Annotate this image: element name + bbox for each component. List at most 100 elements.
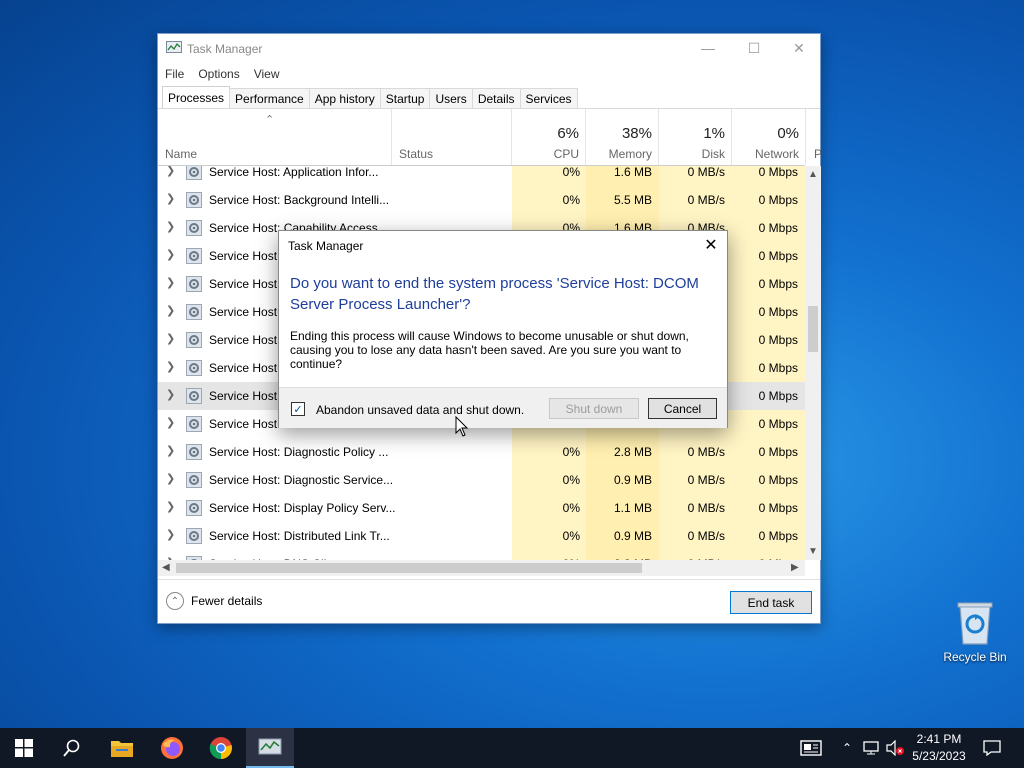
chrome-icon xyxy=(209,737,232,760)
show-hidden-icons-button[interactable]: ⌃ xyxy=(838,728,856,768)
column-memory-label: Memory xyxy=(608,147,652,161)
chevron-right-icon[interactable]: ❯ xyxy=(166,444,175,457)
chevron-right-icon[interactable]: ❯ xyxy=(166,276,175,289)
minimize-button[interactable]: — xyxy=(685,34,731,62)
close-button[interactable]: ✕ xyxy=(776,34,822,62)
column-header-name[interactable]: ⌃ Name xyxy=(158,109,392,165)
dialog-close-icon[interactable]: ✕ xyxy=(701,235,721,255)
network-cell: 0 Mbps xyxy=(758,501,798,515)
network-cell: 0 Mbps xyxy=(758,361,798,375)
tab-users[interactable]: Users xyxy=(429,88,473,108)
chevron-right-icon[interactable]: ❯ xyxy=(166,360,175,373)
menu-view[interactable]: View xyxy=(247,65,287,85)
service-gear-icon xyxy=(186,220,202,236)
search-icon xyxy=(63,739,80,757)
scroll-left-icon[interactable]: ◀ xyxy=(162,562,170,573)
chevron-right-icon[interactable]: ❯ xyxy=(166,388,175,401)
cpu-cell: 0% xyxy=(562,529,580,543)
column-header-cpu[interactable]: 6% CPU xyxy=(512,109,586,165)
recycle-bin-icon xyxy=(957,602,993,645)
column-power-label: P xyxy=(814,147,823,161)
end-task-button[interactable]: End task xyxy=(730,591,812,614)
network-cell: 0 Mbps xyxy=(758,305,798,319)
chevron-right-icon[interactable]: ❯ xyxy=(166,416,175,429)
start-button[interactable] xyxy=(0,728,48,768)
taskbar: ⌃ 2:41 PM 5/23/2023 xyxy=(0,728,1024,768)
table-row[interactable]: ❯ Service Host: Distributed Link Tr... 0% 0… xyxy=(158,522,805,550)
column-network-label: Network xyxy=(754,147,799,161)
title-bar[interactable]: Task Manager — ☐ ✕ xyxy=(158,34,820,64)
table-row[interactable]: ❯ Service Host: Background Intelli... 0% 5.… xyxy=(158,186,805,214)
file-explorer-button[interactable] xyxy=(98,728,146,768)
menu-options[interactable]: Options xyxy=(191,65,246,85)
network-cell: 0 Mbps xyxy=(758,333,798,347)
chevron-right-icon[interactable]: ❯ xyxy=(166,192,175,205)
vertical-scrollbar[interactable]: ▲ ▼ xyxy=(805,166,821,560)
column-header-power[interactable]: P xyxy=(806,109,823,165)
network-cell: 0 Mbps xyxy=(758,445,798,459)
table-row[interactable]: ❯ Service Host: Display Policy Serv... 0% 1… xyxy=(158,494,805,522)
tab-performance[interactable]: Performance xyxy=(229,88,310,108)
cpu-cell: 0% xyxy=(562,193,580,207)
abandon-data-label[interactable]: Abandon unsaved data and shut down. xyxy=(316,403,524,417)
cancel-button[interactable]: Cancel xyxy=(648,398,717,419)
task-manager-taskbar-button[interactable] xyxy=(246,728,294,768)
tab-startup[interactable]: Startup xyxy=(379,88,431,108)
column-header-memory[interactable]: 38% Memory xyxy=(586,109,659,165)
service-gear-icon xyxy=(186,472,202,488)
tab-services[interactable]: Services xyxy=(519,88,578,108)
cpu-cell: 0% xyxy=(562,473,580,487)
horizontal-scrollbar[interactable]: ◀ ▶ xyxy=(158,560,805,576)
maximize-button[interactable]: ☐ xyxy=(731,34,777,62)
tab-app-history[interactable]: App history xyxy=(308,88,381,108)
table-row[interactable]: ❯Service Host: DNS Client0%2.3 MB0 MB/s0… xyxy=(158,550,805,560)
sort-up-icon: ⌃ xyxy=(265,114,275,126)
abandon-data-checkbox[interactable]: ✓ xyxy=(291,402,305,416)
cpu-cell: 0% xyxy=(562,166,580,179)
dialog-footer: ✓ Abandon unsaved data and shut down. Sh… xyxy=(279,387,727,428)
chevron-right-icon[interactable]: ❯ xyxy=(166,528,175,541)
scroll-right-icon[interactable]: ▶ xyxy=(791,562,799,573)
tab-details[interactable]: Details xyxy=(471,88,521,108)
table-row[interactable]: ❯ Service Host: Diagnostic Policy ... 0% 2.… xyxy=(158,438,805,466)
column-header-disk[interactable]: 1% Disk xyxy=(659,109,732,165)
dialog-body: Ending this process will cause Windows t… xyxy=(290,329,689,371)
news-widget-button[interactable] xyxy=(796,728,826,768)
recycle-bin-desktop-icon[interactable]: Recycle Bin xyxy=(940,600,1010,664)
chevron-right-icon[interactable]: ❯ xyxy=(166,220,175,233)
memory-total-percent: 38% xyxy=(621,125,652,142)
tab-processes[interactable]: Processes xyxy=(162,86,231,108)
process-name: Service Host: xyxy=(209,417,281,431)
table-row[interactable]: ❯ Service Host: Diagnostic Service... 0% 0.… xyxy=(158,466,805,494)
clock[interactable]: 2:41 PM 5/23/2023 xyxy=(906,731,972,765)
chevron-right-icon[interactable]: ❯ xyxy=(166,248,175,261)
chevron-right-icon[interactable]: ❯ xyxy=(166,304,175,317)
process-name: Service Host: xyxy=(209,249,281,263)
firefox-button[interactable] xyxy=(148,728,196,768)
table-row[interactable]: ❯ Service Host: Application Infor... 0% 1.6… xyxy=(158,166,805,186)
network-cell: 0 Mbps xyxy=(758,221,798,235)
shut-down-button[interactable]: Shut down xyxy=(549,398,639,419)
scroll-up-icon[interactable]: ▲ xyxy=(808,169,818,180)
vertical-scroll-thumb[interactable] xyxy=(808,306,818,352)
disk-cell: 0 MB/s xyxy=(687,445,725,459)
notification-center-button[interactable] xyxy=(978,728,1006,768)
column-header-network[interactable]: 0% Network xyxy=(732,109,806,165)
chevron-right-icon[interactable]: ❯ xyxy=(166,166,175,177)
chrome-button[interactable] xyxy=(197,728,245,768)
scroll-down-icon[interactable]: ▼ xyxy=(808,546,818,557)
chevron-right-icon[interactable]: ❯ xyxy=(166,500,175,513)
fewer-details-button[interactable]: ⌃ Fewer details xyxy=(166,592,262,610)
column-header-status[interactable]: Status xyxy=(392,109,512,165)
network-cell: 0 Mbps xyxy=(758,417,798,431)
search-button[interactable] xyxy=(48,728,96,768)
horizontal-scroll-thumb[interactable] xyxy=(176,563,642,573)
menu-file[interactable]: File xyxy=(158,65,191,85)
volume-button[interactable] xyxy=(884,728,906,768)
bottom-bar: ⌃ Fewer details End task xyxy=(158,579,820,623)
chevron-right-icon[interactable]: ❯ xyxy=(166,472,175,485)
network-status-button[interactable] xyxy=(860,728,882,768)
process-name: Service Host: xyxy=(209,333,281,347)
process-name: Service Host: xyxy=(209,305,281,319)
chevron-right-icon[interactable]: ❯ xyxy=(166,332,175,345)
